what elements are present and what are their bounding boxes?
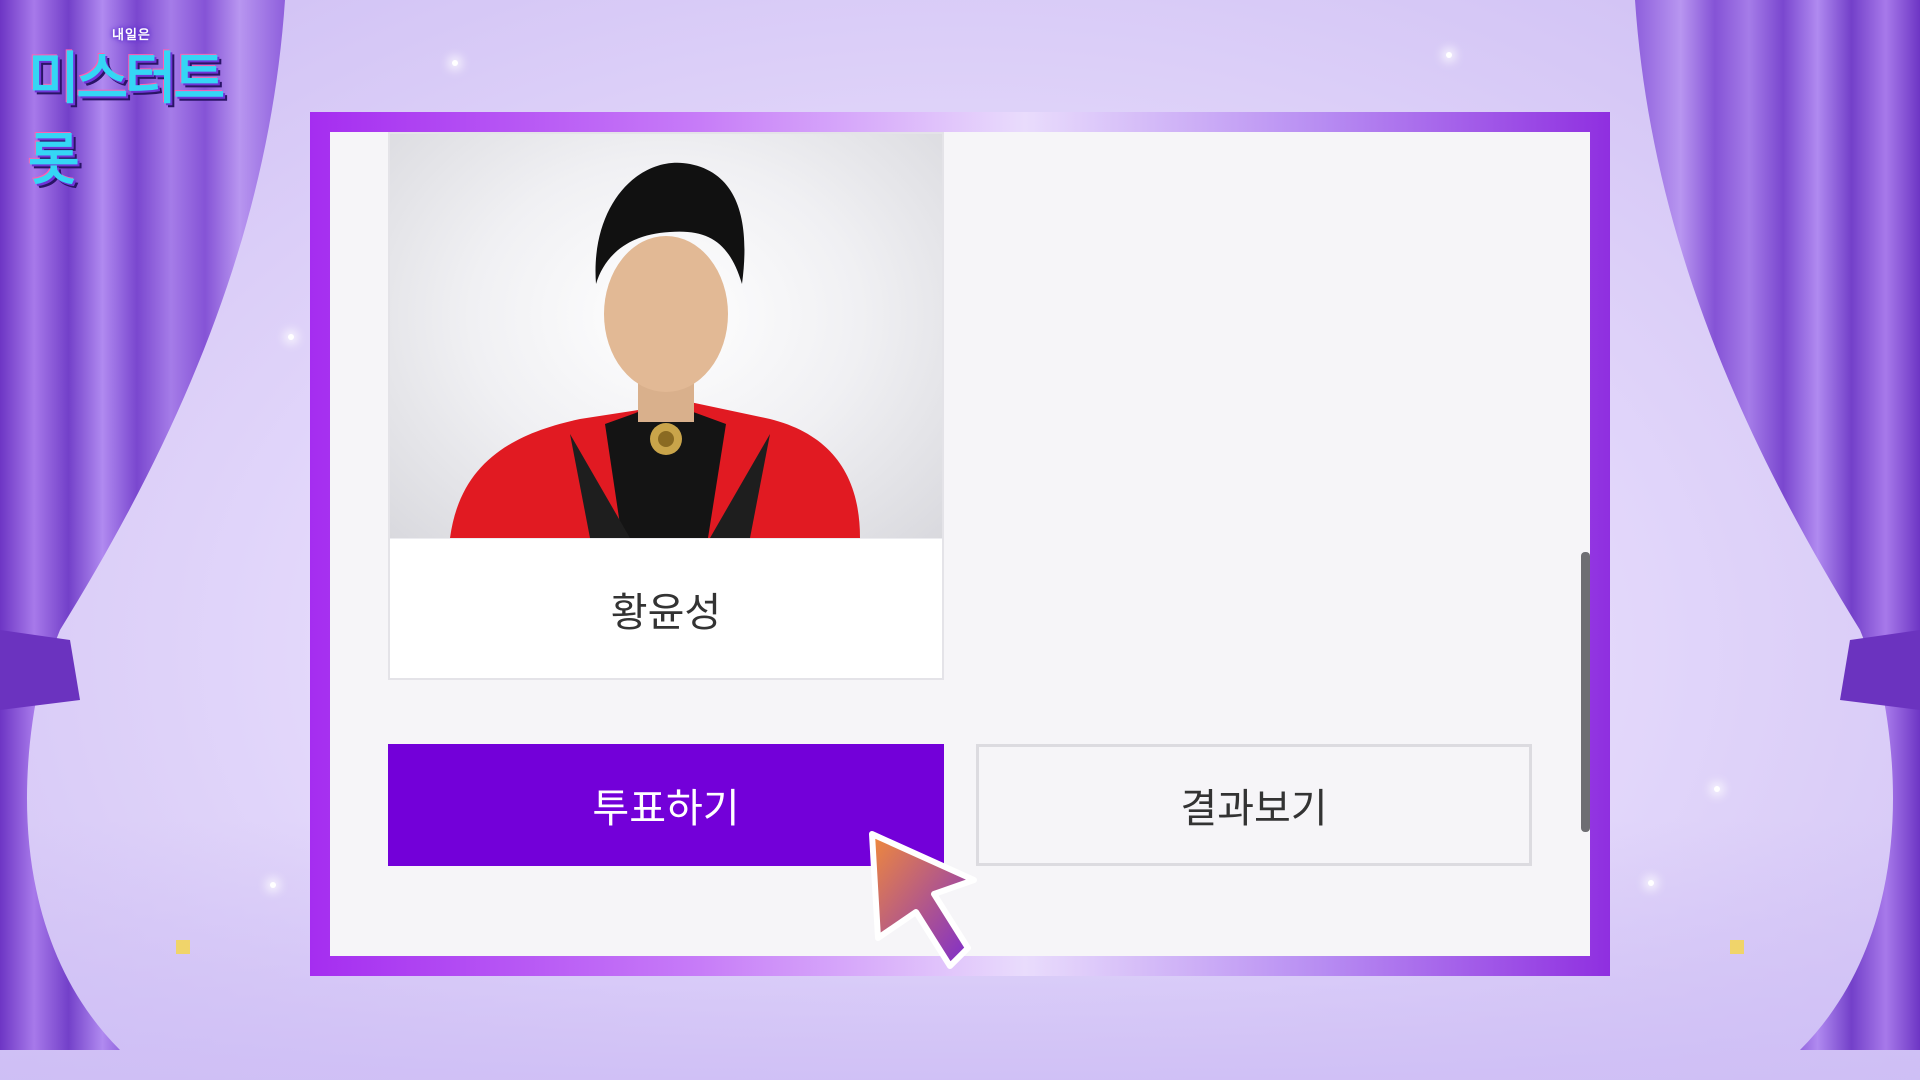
vote-button[interactable]: 투표하기 bbox=[388, 744, 944, 866]
show-logo: 내일은 미스터트롯 bbox=[28, 24, 248, 193]
arrow-pointer-icon bbox=[869, 831, 977, 969]
curtain-right bbox=[1635, 0, 1920, 1050]
candidate-card[interactable]: 황윤성 bbox=[388, 132, 944, 680]
logo-title: 미스터트롯 bbox=[28, 47, 225, 193]
candidate-portrait-image bbox=[450, 162, 860, 538]
sparkle bbox=[1446, 52, 1452, 58]
scrollbar-thumb[interactable] bbox=[1581, 552, 1590, 832]
sparkle bbox=[452, 60, 458, 66]
view-results-button[interactable]: 결과보기 bbox=[976, 744, 1532, 866]
candidate-name: 황윤성 bbox=[390, 538, 942, 679]
candidate-photo bbox=[390, 134, 942, 538]
